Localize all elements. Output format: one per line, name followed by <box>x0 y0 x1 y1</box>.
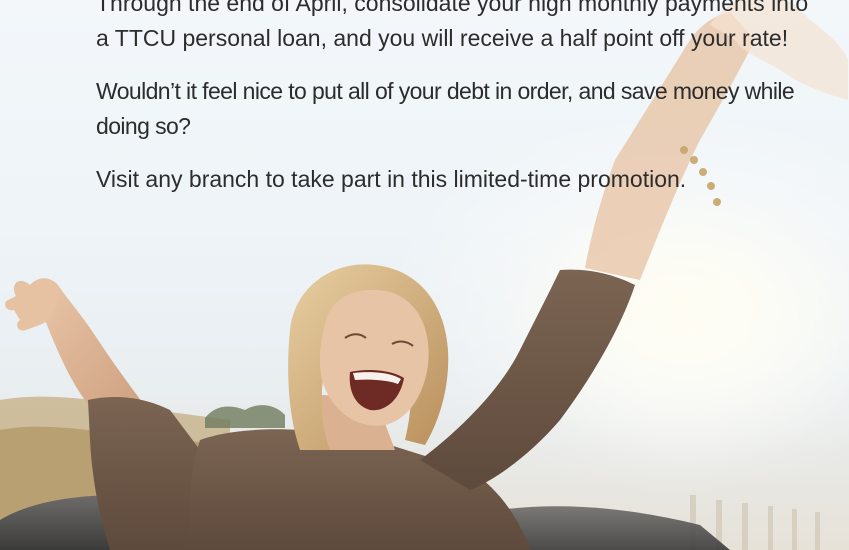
promo-paragraph-3: Visit any branch to take part in this li… <box>96 166 687 192</box>
promo-copy: Through the end of April, consolidate yo… <box>96 0 816 215</box>
promo-hero: Through the end of April, consolidate yo… <box>0 0 849 550</box>
promo-paragraph-1: Through the end of April, consolidate yo… <box>96 0 809 51</box>
promo-paragraph-2: Wouldn’t it feel nice to put all of your… <box>96 78 795 139</box>
